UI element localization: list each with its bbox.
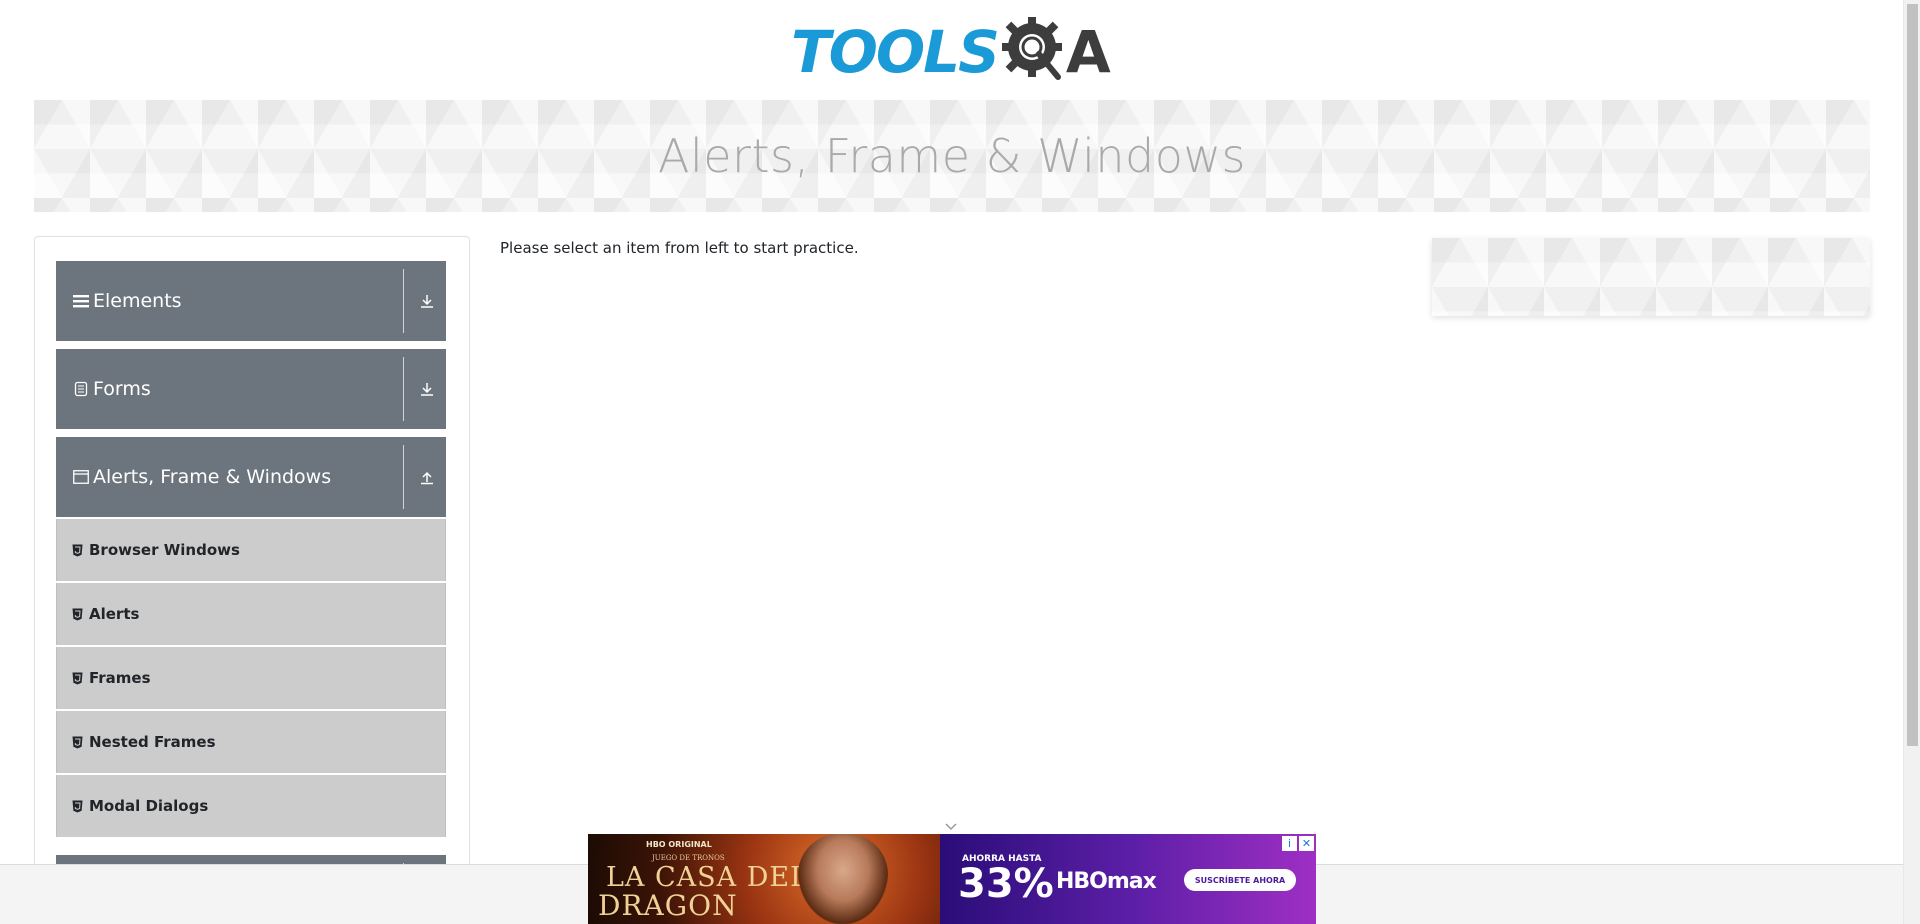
ad-title-line2: DRAGON	[598, 889, 738, 922]
ad-brand: HBOmax	[1056, 869, 1157, 894]
group-header-alerts-frame-windows[interactable]: Alerts, Frame & Windows	[56, 437, 446, 517]
ad-hbo-original: HBO ORIGINAL	[646, 840, 712, 849]
ad-juego: JUEGO DE TRONOS	[652, 854, 725, 862]
html5-icon	[71, 543, 83, 557]
html5-icon	[71, 799, 83, 813]
upload-arrow-icon[interactable]	[418, 468, 436, 486]
logo-suffix: A	[1065, 18, 1111, 86]
bottom-ad-banner[interactable]: HBO ORIGINAL JUEGO DE TRONOS LA CASA DEL…	[588, 834, 1316, 924]
group-header-forms[interactable]: Forms	[56, 349, 446, 429]
download-arrow-icon[interactable]	[418, 380, 436, 398]
ad-subscribe-button[interactable]: SUSCRÍBETE AHORA	[1184, 869, 1296, 891]
sub-item-browser-windows[interactable]: Browser Windows	[56, 519, 446, 581]
html5-icon	[71, 735, 83, 749]
ad-close-icon[interactable]: ✕	[1299, 836, 1314, 851]
group-header-elements[interactable]: Elements	[56, 261, 446, 341]
page-banner: Alerts, Frame & Windows	[34, 100, 1870, 212]
sub-item-nested-frames[interactable]: Nested Frames	[56, 711, 446, 773]
toolsqa-logo[interactable]: TOOLS A	[791, 14, 1115, 90]
html5-icon	[71, 607, 83, 621]
html5-icon	[71, 671, 83, 685]
chevron-down-icon[interactable]	[944, 818, 958, 831]
scrollbar-thumb[interactable]	[1907, 4, 1918, 746]
sub-item-frames[interactable]: Frames	[56, 647, 446, 709]
divider	[403, 357, 404, 421]
ad-controls: i ✕	[1282, 836, 1314, 851]
download-arrow-icon[interactable]	[418, 292, 436, 310]
practice-instruction: Please select an item from left to start…	[500, 239, 859, 257]
group-label: Elements	[93, 290, 182, 312]
window-icon	[73, 469, 89, 485]
ad-poster: HBO ORIGINAL JUEGO DE TRONOS LA CASA DEL…	[588, 834, 940, 924]
ad-title-line1: LA CASA DEL	[606, 862, 810, 893]
gear-magnifier-icon	[1000, 13, 1068, 91]
sub-item-label: Modal Dialogs	[89, 797, 209, 815]
ad-offer: AHORRA HASTA 33% HBOmax SUSCRÍBETE AHORA…	[940, 834, 1316, 924]
left-panel: Elements Forms Alerts, Frame & Windows B…	[34, 236, 470, 924]
logo-text: TOOLS	[791, 18, 1000, 86]
form-icon	[73, 381, 89, 397]
sub-item-list: Browser Windows Alerts Frames Nested Fra…	[56, 519, 446, 839]
sub-item-label: Frames	[89, 669, 151, 687]
hamburger-icon	[73, 293, 89, 309]
sub-item-modal-dialogs[interactable]: Modal Dialogs	[56, 775, 446, 837]
divider	[403, 269, 404, 333]
sub-item-alerts[interactable]: Alerts	[56, 583, 446, 645]
ad-character-image	[798, 834, 888, 924]
sub-item-label: Alerts	[89, 605, 140, 623]
sub-item-label: Nested Frames	[89, 733, 216, 751]
page-scrollbar[interactable]	[1903, 0, 1920, 924]
group-label: Alerts, Frame & Windows	[93, 466, 332, 488]
side-ad-placeholder	[1432, 238, 1870, 316]
group-label: Forms	[93, 378, 151, 400]
sub-item-label: Browser Windows	[89, 541, 240, 559]
ad-percent: 33%	[958, 861, 1054, 907]
page-title: Alerts, Frame & Windows	[658, 129, 1246, 183]
divider	[403, 445, 404, 509]
ad-info-icon[interactable]: i	[1282, 836, 1297, 851]
